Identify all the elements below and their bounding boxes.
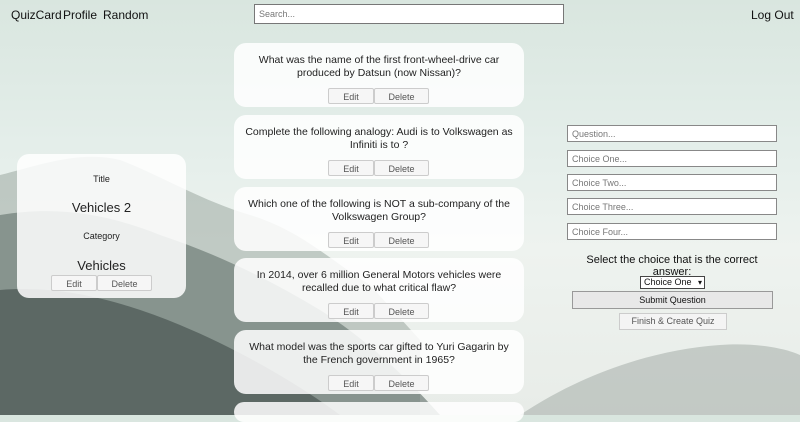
edit-question-button[interactable]: Edit	[328, 232, 374, 248]
delete-quiz-button[interactable]: Delete	[97, 275, 152, 291]
question-text: What was the name of the first front-whe…	[258, 54, 500, 79]
selected-choice-label: Choice One	[644, 277, 692, 287]
edit-question-button[interactable]: Edit	[328, 160, 374, 176]
edit-question-button[interactable]: Edit	[328, 375, 374, 391]
finish-quiz-button[interactable]: Finish & Create Quiz	[619, 313, 727, 330]
question-text: Complete the following analogy: Audi is …	[245, 126, 513, 151]
submit-question-button[interactable]: Submit Question	[572, 291, 773, 309]
category-label: Category	[83, 231, 120, 241]
quiz-title: Vehicles 2	[71, 200, 132, 215]
quiz-category: Vehicles	[77, 258, 126, 273]
random-link[interactable]: Random	[103, 8, 148, 22]
choice-two-input[interactable]	[567, 174, 777, 191]
question-card: In 2014, over 6 million General Motors v…	[234, 258, 524, 322]
correct-choice-select[interactable]: Choice One ▾	[640, 276, 705, 289]
delete-question-button[interactable]: Delete	[374, 232, 429, 248]
delete-question-button[interactable]: Delete	[374, 303, 429, 319]
edit-question-button[interactable]: Edit	[328, 303, 374, 319]
question-card-partial	[234, 402, 524, 422]
question-card: What was the name of the first front-whe…	[234, 43, 524, 107]
delete-question-button[interactable]: Delete	[374, 160, 429, 176]
question-card: Complete the following analogy: Audi is …	[234, 115, 524, 179]
search-input[interactable]	[254, 4, 564, 24]
choice-three-input[interactable]	[567, 198, 777, 215]
question-card: What model was the sports car gifted to …	[234, 330, 524, 394]
question-text: Which one of the following is NOT a sub-…	[248, 198, 510, 223]
delete-question-button[interactable]: Delete	[374, 88, 429, 104]
chevron-down-icon: ▾	[697, 278, 702, 287]
profile-link[interactable]: Profile	[63, 8, 97, 22]
brand-link[interactable]: QuizCard	[11, 8, 62, 22]
navbar: QuizCard Profile Random Log Out	[0, 0, 800, 30]
title-label: Title	[93, 174, 110, 184]
choice-four-input[interactable]	[567, 223, 777, 240]
correct-answer-prompt: Select the choice that is the correct an…	[586, 254, 758, 278]
edit-question-button[interactable]: Edit	[328, 88, 374, 104]
choice-one-input[interactable]	[567, 150, 777, 167]
quiz-info-card: Title Vehicles 2 Category Vehicles Edit …	[17, 154, 186, 298]
question-text: In 2014, over 6 million General Motors v…	[256, 269, 502, 294]
question-text: What model was the sports car gifted to …	[249, 341, 509, 366]
logout-link[interactable]: Log Out	[751, 8, 794, 22]
delete-question-button[interactable]: Delete	[374, 375, 429, 391]
edit-quiz-button[interactable]: Edit	[51, 275, 97, 291]
question-card: Which one of the following is NOT a sub-…	[234, 187, 524, 251]
question-input[interactable]	[567, 125, 777, 142]
